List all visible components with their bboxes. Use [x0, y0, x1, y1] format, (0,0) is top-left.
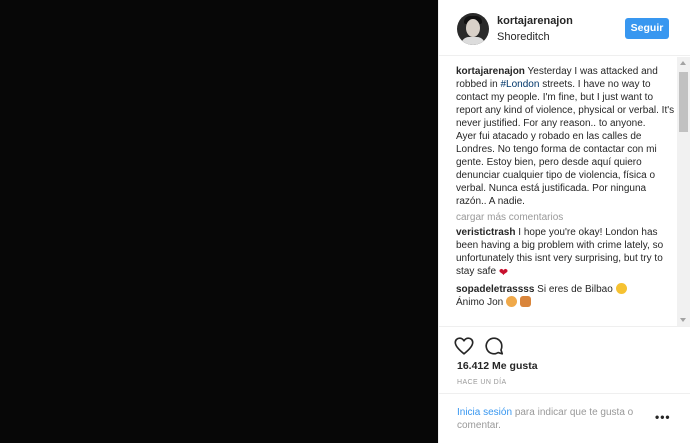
comment-username[interactable]: sopadeletrassss — [456, 284, 534, 295]
caption: kortajarenajon Yesterday I was attacked … — [456, 65, 676, 208]
post-location[interactable]: Shoreditch — [497, 31, 550, 43]
load-more-comments-link[interactable]: cargar más comentarios — [456, 211, 676, 224]
likes-count[interactable]: 16.412 Me gusta — [457, 360, 538, 372]
post-username[interactable]: kortajarenajon — [497, 15, 573, 27]
comments-scrollbar[interactable] — [677, 57, 690, 326]
post-header: kortajarenajon Shoreditch Seguir — [439, 0, 690, 56]
avatar[interactable] — [457, 13, 489, 45]
caption-text-spanish: Ayer fui atacado y robado en las calles … — [456, 131, 657, 207]
comment-bubble-icon[interactable] — [483, 335, 505, 357]
comment-item: veristictrash I hope you're okay! London… — [456, 226, 676, 279]
caption-username[interactable]: kortajarenajon — [456, 66, 525, 77]
hashtag-link[interactable]: #London — [500, 79, 539, 90]
scroll-up-arrow-icon[interactable] — [680, 61, 686, 65]
sad-face-emoji-icon — [506, 296, 518, 307]
scroll-thumb[interactable] — [679, 72, 688, 132]
post-timestamp[interactable]: Hace un día — [457, 379, 507, 386]
heart-outline-icon[interactable] — [453, 335, 475, 357]
broken-heart-emoji-icon: ❤ — [498, 267, 509, 279]
scroll-down-arrow-icon[interactable] — [680, 318, 686, 322]
avatar-body — [461, 37, 485, 45]
comments-section: kortajarenajon Yesterday I was attacked … — [439, 57, 690, 326]
follow-button[interactable]: Seguir — [625, 18, 669, 39]
comment-text-line2: Ánimo Jon — [456, 297, 504, 308]
person-emoji-icon — [519, 296, 531, 307]
post-side-panel: kortajarenajon Shoreditch Seguir kortaja… — [438, 0, 690, 443]
more-options-icon[interactable]: ••• — [655, 410, 671, 424]
comment-username[interactable]: veristictrash — [456, 227, 515, 238]
comment-item: sopadeletrassss Si eres de Bilbao Ánimo … — [456, 283, 676, 309]
avatar-face — [466, 19, 480, 37]
face-emoji-icon — [615, 283, 627, 294]
login-link[interactable]: Inicia sesión — [457, 407, 512, 418]
post-actions: 16.412 Me gusta Hace un día Inicia sesió… — [439, 326, 690, 443]
post-image[interactable] — [0, 0, 438, 443]
comment-text: Si eres de Bilbao — [537, 284, 613, 295]
login-prompt: Inicia sesión para indicar que te gusta … — [439, 393, 690, 443]
